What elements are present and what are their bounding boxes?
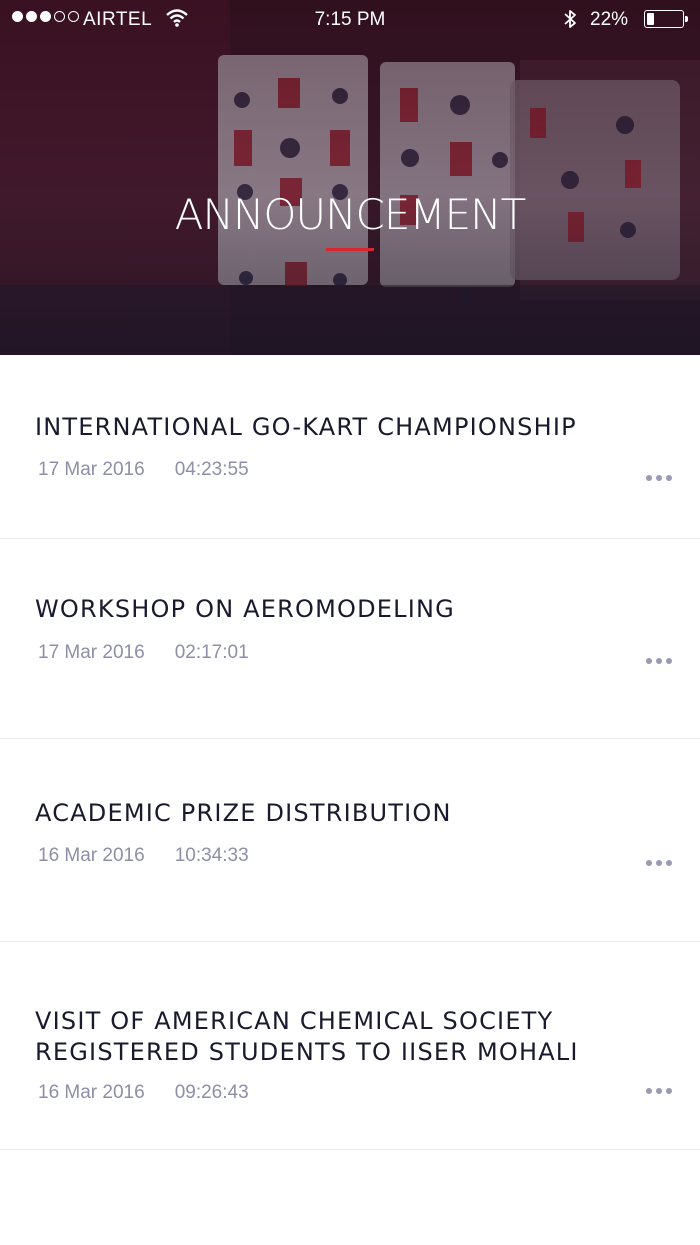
announcement-title: WORKSHOP ON AEROMODELING: [35, 595, 455, 623]
battery-percent: 22%: [590, 9, 629, 30]
announcement-list: INTERNATIONAL GO-KART CHAMPIONSHIP 17 Ma…: [0, 355, 700, 1150]
announcement-date: 17 Mar 2016: [38, 459, 145, 480]
announcement-time: 09:26:43: [174, 1082, 249, 1103]
bluetooth-icon: [562, 7, 578, 37]
page-title: ANNOUNCEMENT: [174, 190, 527, 239]
status-bar: AIRTEL 7:15 PM 22%: [0, 0, 700, 40]
announcement-title: VISIT OF AMERICAN CHEMICAL SOCIETY REGIS…: [35, 1007, 579, 1066]
announcement-title: ACADEMIC PRIZE DISTRIBUTION: [35, 799, 452, 827]
list-item[interactable]: INTERNATIONAL GO-KART CHAMPIONSHIP 17 Ma…: [0, 355, 700, 539]
battery-icon: [644, 10, 688, 28]
header-banner: AIRTEL 7:15 PM 22% ANNOUNCEMENT: [0, 0, 700, 355]
header-overlay: [0, 0, 700, 355]
title-underline: [326, 248, 374, 251]
list-item[interactable]: VISIT OF AMERICAN CHEMICAL SOCIETY REGIS…: [0, 942, 700, 1150]
list-item[interactable]: ACADEMIC PRIZE DISTRIBUTION 16 Mar 2016 …: [0, 739, 700, 942]
list-item[interactable]: WORKSHOP ON AEROMODELING 17 Mar 2016 02:…: [0, 539, 700, 739]
announcement-time: 04:23:55: [174, 459, 249, 480]
announcement-time: 10:34:33: [174, 845, 249, 866]
announcement-date: 16 Mar 2016: [38, 1082, 145, 1103]
more-horizontal-icon[interactable]: [646, 860, 672, 866]
announcement-time: 02:17:01: [174, 642, 249, 663]
announcement-date: 16 Mar 2016: [38, 845, 145, 866]
more-horizontal-icon[interactable]: [646, 658, 672, 664]
more-horizontal-icon[interactable]: [646, 475, 672, 481]
announcement-title: INTERNATIONAL GO-KART CHAMPIONSHIP: [35, 413, 577, 441]
more-horizontal-icon[interactable]: [646, 1088, 672, 1094]
announcement-date: 17 Mar 2016: [38, 642, 145, 663]
